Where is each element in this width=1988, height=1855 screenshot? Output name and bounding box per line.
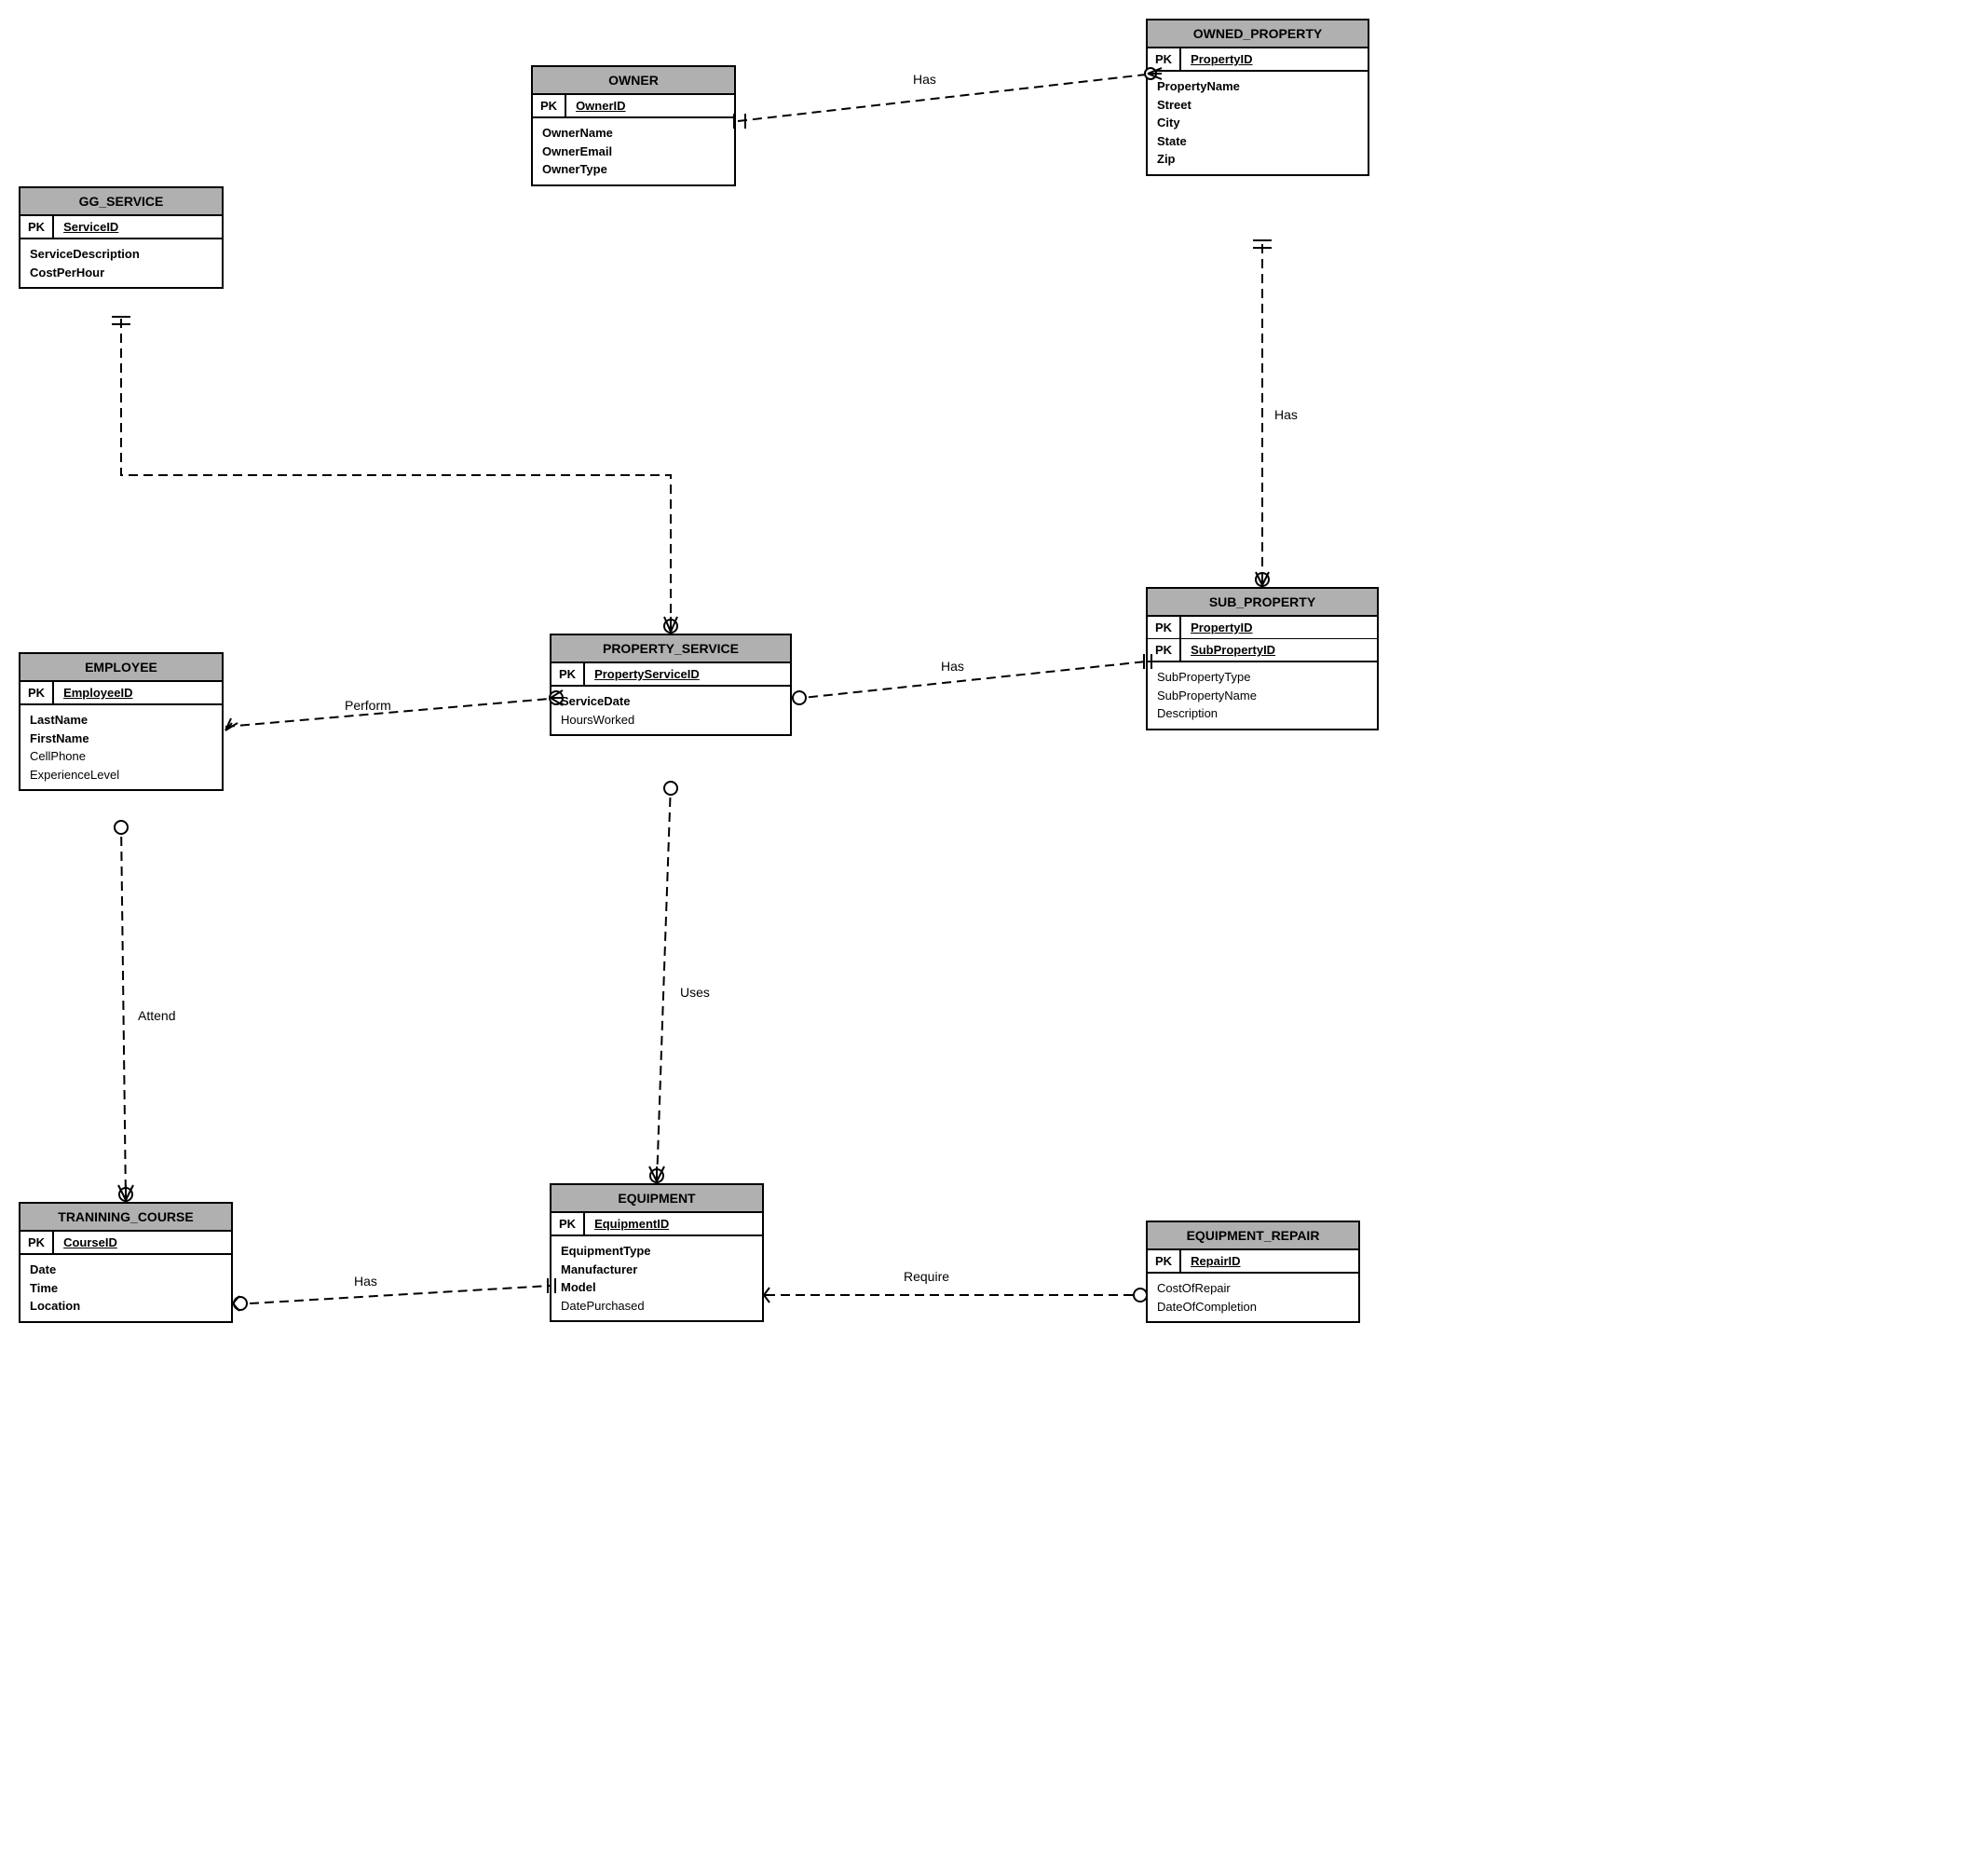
repair-left-circle bbox=[1134, 1289, 1147, 1302]
owner-pk-label: PK bbox=[533, 95, 566, 116]
sub-many-circle bbox=[1256, 573, 1269, 586]
perform-label: Perform bbox=[345, 698, 391, 713]
equipment-repair-pk-attr: RepairID bbox=[1181, 1250, 1249, 1272]
owned-property-table: OWNED_PROPERTY PK PropertyID PropertyNam… bbox=[1146, 19, 1369, 176]
equip-right-crow1 bbox=[764, 1288, 769, 1295]
equipment-attrs: EquipmentType Manufacturer Model DatePur… bbox=[551, 1236, 660, 1320]
emp-to-tc-line bbox=[121, 822, 126, 1202]
training-course-header: TRANINING_COURSE bbox=[20, 1204, 231, 1232]
tc-right-crow1 bbox=[233, 1296, 239, 1303]
gg-service-table: GG_SERVICE PK ServiceID ServiceDescripti… bbox=[19, 186, 224, 289]
emp-crow-a2 bbox=[225, 723, 238, 730]
emp-bottom-circle bbox=[115, 821, 128, 834]
has-label-1: Has bbox=[913, 72, 936, 87]
training-course-table: TRANINING_COURSE PK CourseID Date Time L… bbox=[19, 1202, 233, 1323]
tc-right-circle bbox=[234, 1297, 247, 1310]
equipment-repair-header: EQUIPMENT_REPAIR bbox=[1148, 1222, 1358, 1250]
owner-pk-attr: OwnerID bbox=[566, 95, 634, 116]
equipment-table: EQUIPMENT PK EquipmentID EquipmentType M… bbox=[550, 1183, 764, 1322]
has-label-4: Has bbox=[354, 1274, 377, 1289]
ps-crow1 bbox=[664, 617, 671, 632]
equipment-repair-pk-label: PK bbox=[1148, 1250, 1181, 1272]
owned-property-pk-label: PK bbox=[1148, 48, 1181, 70]
sub-property-pk2-label: PK bbox=[1148, 639, 1181, 661]
tc-crow1 bbox=[118, 1185, 126, 1200]
employee-header: EMPLOYEE bbox=[20, 654, 222, 682]
owner-attrs: OwnerName OwnerEmail OwnerType bbox=[533, 118, 622, 184]
equipment-header: EQUIPMENT bbox=[551, 1185, 762, 1213]
gg-service-pk-attr: ServiceID bbox=[54, 216, 128, 238]
tc-top-circle bbox=[119, 1188, 132, 1201]
gg-to-ps-line bbox=[121, 319, 671, 634]
tc-crow2 bbox=[126, 1185, 133, 1200]
equip-right-crow2 bbox=[764, 1295, 769, 1303]
property-service-pk-label: PK bbox=[551, 663, 585, 685]
equipment-pk-label: PK bbox=[551, 1213, 585, 1234]
employee-pk-label: PK bbox=[20, 682, 54, 703]
sub-property-header: SUB_PROPERTY bbox=[1148, 589, 1377, 617]
ps-top-circle bbox=[664, 620, 677, 633]
owned-property-header: OWNED_PROPERTY bbox=[1148, 20, 1368, 48]
emp-crow-a1 bbox=[225, 718, 231, 730]
training-course-pk-label: PK bbox=[20, 1232, 54, 1253]
owner-table: OWNER PK OwnerID OwnerName OwnerEmail Ow… bbox=[531, 65, 736, 186]
ps-crow2 bbox=[671, 617, 677, 632]
equip-top-circle bbox=[650, 1169, 663, 1182]
tc-to-equip-line bbox=[235, 1286, 550, 1304]
sub-crow2 bbox=[1262, 572, 1269, 585]
ps-to-sub-line bbox=[794, 662, 1146, 699]
gg-service-pk-label: PK bbox=[20, 216, 54, 238]
gg-service-attrs: ServiceDescription CostPerHour bbox=[20, 239, 149, 287]
sub-property-table: SUB_PROPERTY PK PropertyID PK SubPropert… bbox=[1146, 587, 1379, 730]
owner-header: OWNER bbox=[533, 67, 734, 95]
equipment-repair-table: EQUIPMENT_REPAIR PK RepairID CostOfRepai… bbox=[1146, 1221, 1360, 1323]
training-course-attrs: Date Time Location bbox=[20, 1255, 89, 1321]
sub-property-pk1-label: PK bbox=[1148, 617, 1181, 638]
equip-crow1 bbox=[649, 1166, 657, 1181]
employee-pk-attr: EmployeeID bbox=[54, 682, 142, 703]
property-service-attrs: ServiceDate HoursWorked bbox=[551, 687, 644, 734]
tc-right-crow2 bbox=[233, 1303, 239, 1311]
has-label-3: Has bbox=[941, 659, 964, 674]
equipment-repair-attrs: CostOfRepair DateOfCompletion bbox=[1148, 1274, 1266, 1321]
property-service-table: PROPERTY_SERVICE PK PropertyServiceID Se… bbox=[550, 634, 792, 736]
sub-property-pk2-attr: SubPropertyID bbox=[1181, 639, 1285, 661]
equip-crow2 bbox=[657, 1166, 664, 1181]
gg-service-header: GG_SERVICE bbox=[20, 188, 222, 216]
sub-crow1 bbox=[1256, 572, 1262, 585]
require-label: Require bbox=[904, 1269, 949, 1284]
diagram-svg: Has Has Perform Has bbox=[0, 0, 1988, 1855]
employee-table: EMPLOYEE PK EmployeeID LastName FirstNam… bbox=[19, 652, 224, 791]
training-course-pk-attr: CourseID bbox=[54, 1232, 127, 1253]
owned-property-pk-attr: PropertyID bbox=[1181, 48, 1261, 70]
has-label-2: Has bbox=[1274, 407, 1298, 422]
attend-label: Attend bbox=[138, 1008, 175, 1023]
employee-attrs: LastName FirstName CellPhone ExperienceL… bbox=[20, 705, 129, 789]
ps-bottom-circle bbox=[664, 782, 677, 795]
uses-label: Uses bbox=[680, 985, 710, 1000]
emp-crow-a3 bbox=[225, 723, 232, 730]
emp-to-ps-line bbox=[225, 699, 550, 727]
owned-property-attrs: PropertyName Street City State Zip bbox=[1148, 72, 1249, 174]
sub-property-attrs: SubPropertyType SubPropertyName Descript… bbox=[1148, 662, 1266, 729]
ps-right-circle bbox=[793, 691, 806, 704]
sub-property-pk1-attr: PropertyID bbox=[1181, 617, 1261, 638]
ps-to-equip-line bbox=[657, 783, 671, 1183]
equipment-pk-attr: EquipmentID bbox=[585, 1213, 678, 1234]
property-service-pk-attr: PropertyServiceID bbox=[585, 663, 709, 685]
property-service-header: PROPERTY_SERVICE bbox=[551, 635, 790, 663]
owner-to-owned-property-line bbox=[738, 75, 1146, 121]
